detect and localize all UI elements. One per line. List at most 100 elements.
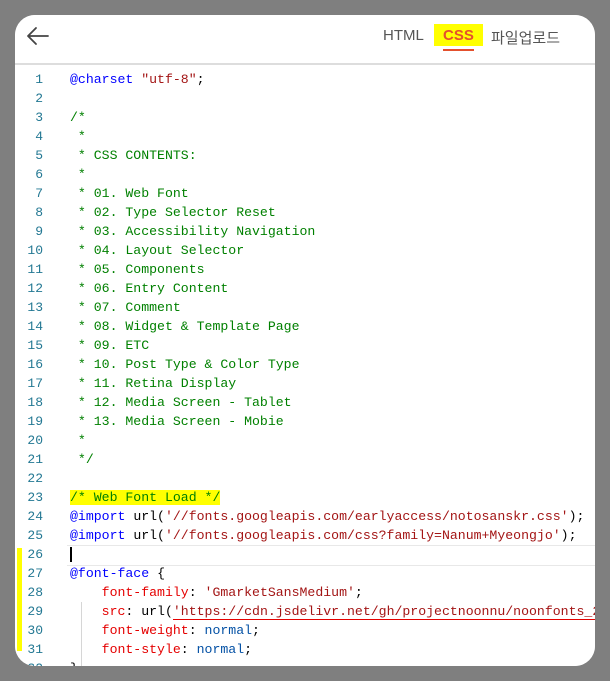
line-number: 32 (15, 659, 43, 666)
code-line[interactable]: 22 (15, 469, 595, 488)
code-token: normal (204, 623, 253, 638)
code-token: : (125, 604, 142, 619)
code-line[interactable]: 20 * (15, 431, 595, 450)
code-text: * 09. ETC (70, 336, 149, 355)
code-token: '//fonts.googleapis.com/earlyaccess/noto… (164, 509, 569, 524)
code-line[interactable]: 12 * 06. Entry Content (15, 279, 595, 298)
code-line[interactable]: 27 @font-face { (15, 564, 595, 583)
line-number: 9 (35, 224, 43, 239)
line-number: 24 (27, 509, 43, 524)
line-number: 16 (27, 357, 43, 372)
line-number: 8 (35, 205, 43, 220)
code-text: /* Web Font Load */ (70, 488, 221, 507)
code-line[interactable]: 4 * (15, 127, 595, 146)
line-number: 17 (27, 376, 43, 391)
editor-panel: HTML CSS 파일업로드 1 @charset "utf-8"; 2 3/* 4 *… (15, 15, 595, 666)
line-number: 12 (27, 281, 43, 296)
tab-css[interactable]: CSS (434, 24, 483, 51)
code-text: * 05. Components (70, 260, 205, 279)
code-token: * (70, 433, 86, 448)
code-token: * 13. Media Screen - Mobie (70, 414, 284, 429)
line-number: 5 (35, 148, 43, 163)
code-token: * 01. Web Font (70, 186, 189, 201)
code-text: * 08. Widget & Template Page (70, 317, 300, 336)
line-number: 7 (35, 186, 43, 201)
code-text: font-style: normal; (70, 640, 252, 659)
line-number: 1 (35, 72, 43, 87)
code-line[interactable]: 10 * 04. Layout Selector (15, 241, 595, 260)
code-token: @import (70, 528, 134, 543)
code-text: * 06. Entry Content (70, 279, 228, 298)
code-token: normal (196, 642, 245, 657)
code-text: * 11. Retina Display (70, 374, 236, 393)
code-line[interactable]: 28 font-family: 'GmarketSansMedium'; (15, 583, 595, 602)
code-line[interactable]: 7 * 01. Web Font (15, 184, 595, 203)
line-number: 15 (27, 338, 43, 353)
code-line[interactable]: 21 */ (15, 450, 595, 469)
line-number: 20 (27, 433, 43, 448)
code-line[interactable]: 18 * 12. Media Screen - Tablet (15, 393, 595, 412)
code-line[interactable]: 30 font-weight: normal; (15, 621, 595, 640)
line-number: 23 (27, 490, 43, 505)
code-line[interactable]: 29 src: url('https://cdn.jsdelivr.net/gh… (15, 602, 595, 621)
current-line-highlight (67, 545, 595, 566)
code-line[interactable]: 23 /* Web Font Load */ (15, 488, 595, 507)
code-token: } (70, 661, 78, 666)
code-token: * 03. Accessibility Navigation (70, 224, 316, 239)
line-number: 3 (35, 110, 43, 125)
code-line[interactable]: 2 (15, 89, 595, 108)
code-token: '//fonts.googleapis.com/css?family=Nanum… (164, 528, 561, 543)
code-token: @charset (70, 72, 142, 87)
code-line[interactable]: 24 @import url('//fonts.googleapis.com/ea… (15, 507, 595, 526)
line-number: 19 (27, 414, 43, 429)
line-number: 13 (27, 300, 43, 315)
code-line[interactable]: 6 * (15, 165, 595, 184)
code-line[interactable]: 17 * 11. Retina Display (15, 374, 595, 393)
code-editor[interactable]: 1 @charset "utf-8"; 2 3/* 4 * 5 * CSS CONTENT… (15, 63, 595, 666)
code-text: * 07. Comment (70, 298, 181, 317)
code-token: * 07. Comment (70, 300, 181, 315)
code-token: : (188, 585, 205, 600)
code-line[interactable]: 25 @import url('//fonts.googleapis.com/cs… (15, 526, 595, 545)
code-token: "utf-8" (141, 72, 197, 87)
code-token: ; (244, 642, 253, 657)
code-line[interactable]: 9 * 03. Accessibility Navigation (15, 222, 595, 241)
code-text: * 12. Media Screen - Tablet (70, 393, 292, 412)
code-token: * 08. Widget & Template Page (70, 319, 300, 334)
code-token: font-style (70, 642, 181, 657)
line-number: 4 (35, 129, 43, 144)
code-line[interactable]: 8 * 02. Type Selector Reset (15, 203, 595, 222)
code-token: * 02. Type Selector Reset (70, 205, 276, 220)
code-line[interactable]: 19 * 13. Media Screen - Mobie (15, 412, 595, 431)
code-line[interactable]: 13 * 07. Comment (15, 298, 595, 317)
code-line[interactable]: 26 (15, 545, 595, 566)
editor-top-border (15, 63, 595, 65)
line-number: 2 (35, 91, 43, 106)
code-text: @import url('//fonts.googleapis.com/css?… (70, 526, 577, 545)
code-line[interactable]: 15 * 09. ETC (15, 336, 595, 355)
code-line[interactable]: 14 * 08. Widget & Template Page (15, 317, 595, 336)
code-line[interactable]: 16 * 10. Post Type & Color Type (15, 355, 595, 374)
code-text: /* (70, 108, 86, 127)
line-number: 10 (27, 243, 43, 258)
header: HTML CSS 파일업로드 (15, 15, 595, 63)
back-arrow-icon[interactable] (25, 23, 51, 49)
code-line[interactable]: 1 @charset "utf-8"; (15, 70, 595, 89)
code-token: * 05. Components (70, 262, 205, 277)
code-token: * (70, 129, 86, 144)
code-text: * (70, 127, 86, 146)
tab-html[interactable]: HTML (383, 27, 424, 44)
code-token: */ (70, 452, 94, 467)
tab-file-upload[interactable]: 파일업로드 (491, 27, 560, 48)
code-line[interactable]: 3 /* (15, 108, 595, 127)
code-line[interactable]: 11 * 05. Components (15, 260, 595, 279)
code-line[interactable]: 5 * CSS CONTENTS: (15, 146, 595, 165)
code-token: src (70, 604, 126, 619)
code-text: @import url('//fonts.googleapis.com/earl… (70, 507, 584, 526)
code-token: url( (133, 509, 165, 524)
code-token: : (180, 642, 197, 657)
code-text: * (70, 165, 86, 184)
line-number: 22 (27, 471, 43, 486)
code-line[interactable]: 31 font-style: normal; (15, 640, 595, 659)
code-line[interactable]: 32} (15, 659, 595, 666)
